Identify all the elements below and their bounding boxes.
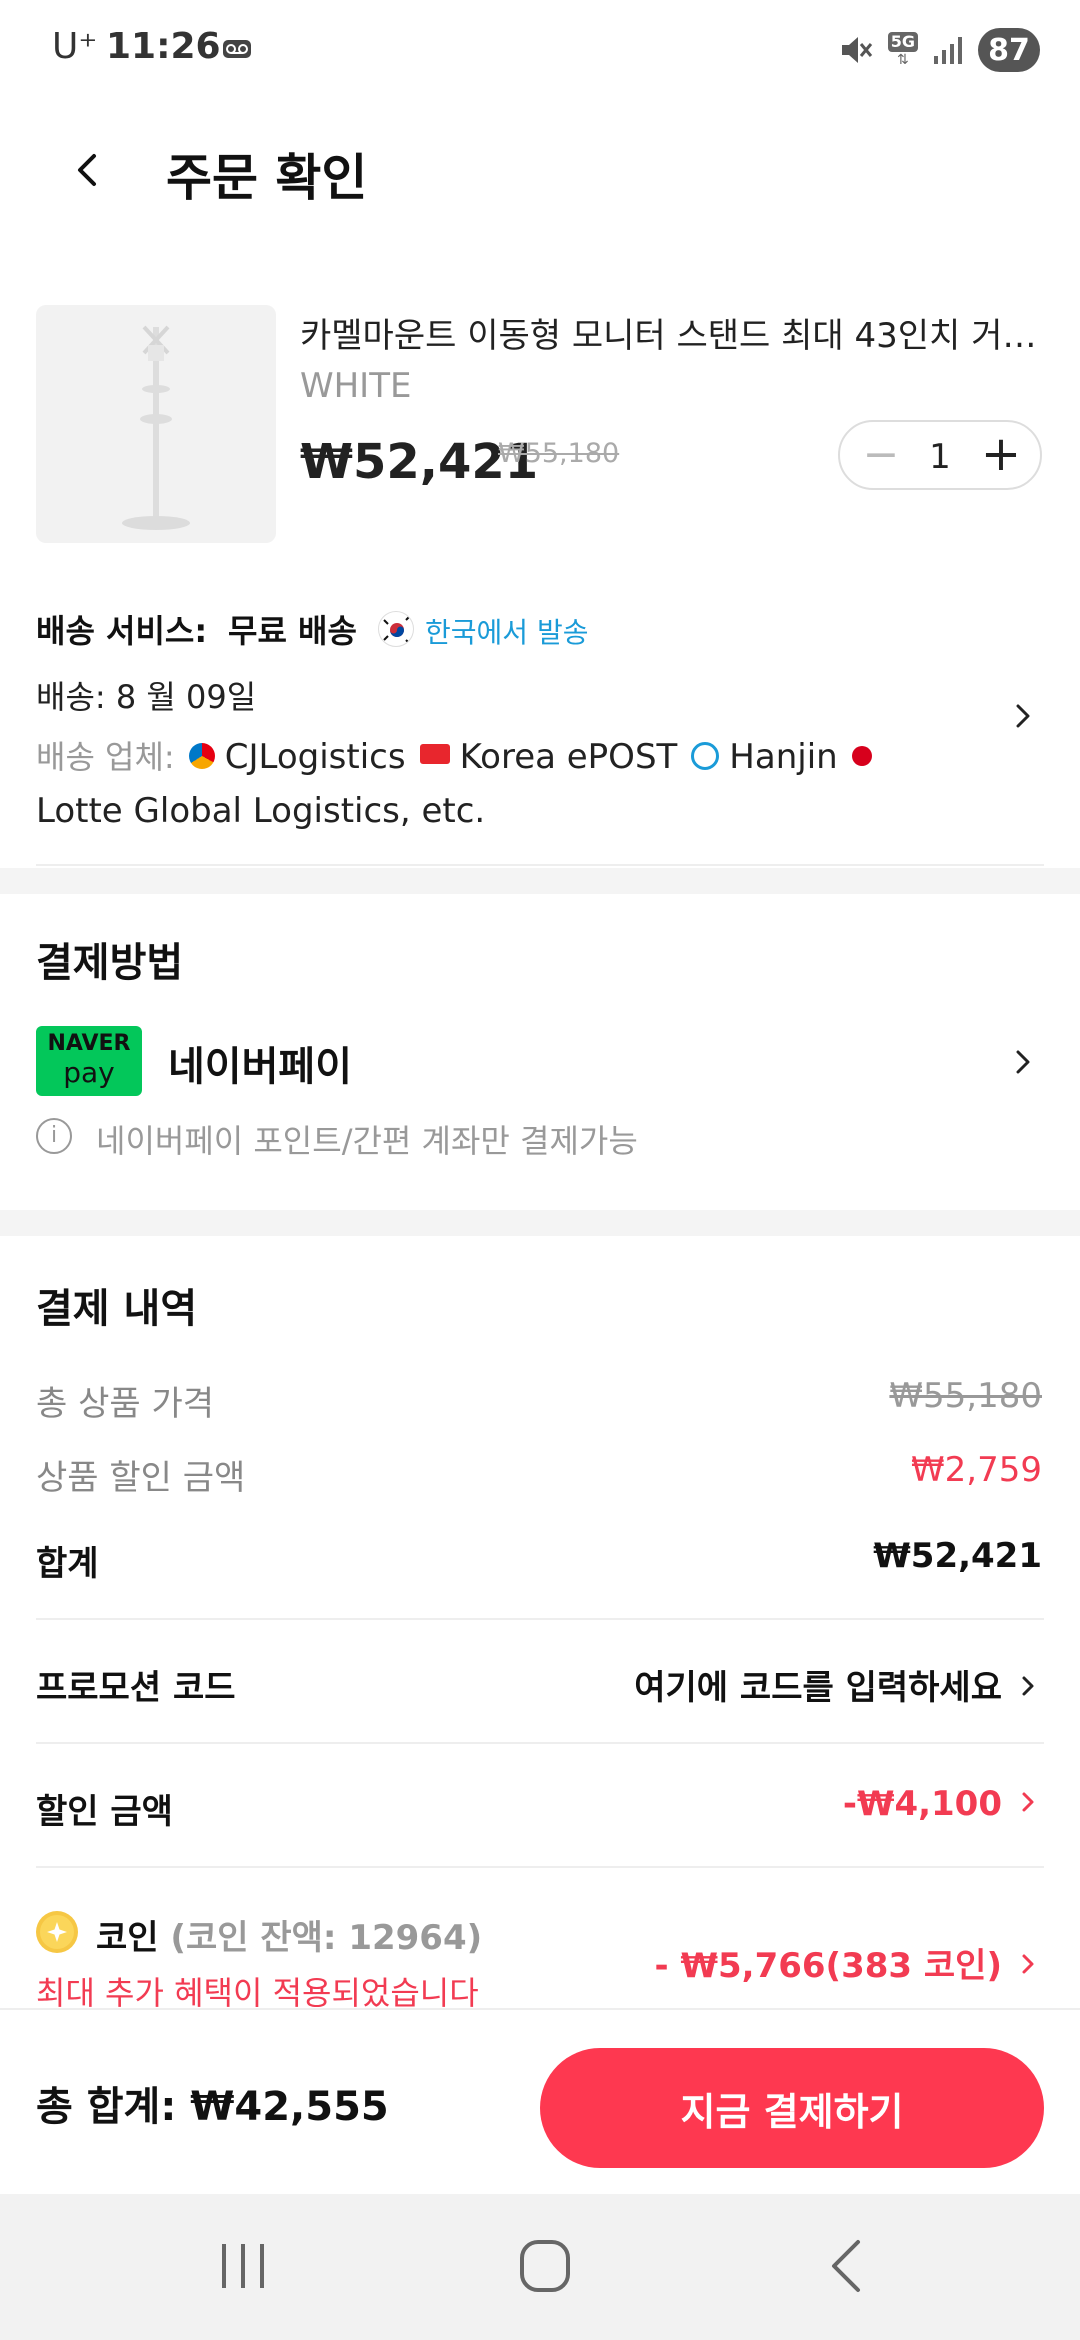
divider — [36, 1866, 1044, 1868]
quantity-value: 1 — [929, 437, 951, 477]
payment-summary-title: 결제 내역 — [36, 1286, 198, 1332]
subtotal-label: 합계 — [36, 1544, 99, 1584]
network-type: 5G — [887, 32, 918, 52]
hanjin-logo-icon — [691, 741, 720, 770]
korea-epost-logo-icon — [419, 743, 450, 764]
checkout-bar: 총 합계: ₩42,555 지금 결제하기 — [0, 2008, 1080, 2194]
korea-flag-icon — [378, 611, 414, 647]
chevron-right-icon — [1022, 1676, 1034, 1695]
carrier-name: Korea ePOST — [459, 737, 678, 777]
divider — [36, 1742, 1044, 1744]
product-name[interactable]: 카멜마운트 이동형 모니터 스탠드 최대 43인치 거치대 — [300, 308, 1045, 357]
battery-icon: 87 — [978, 28, 1040, 72]
status-right-icons: 5G ⇅ 87 — [838, 28, 1040, 72]
data-arrows-icon: ⇅ — [897, 52, 909, 68]
lotte-logo-icon — [851, 745, 872, 766]
subtotal-value: ₩52,421 — [873, 1536, 1042, 1576]
back-arrow-icon[interactable] — [60, 140, 120, 200]
product-original-price: ₩55,180 — [498, 438, 620, 469]
total-product-price-label: 총 상품 가격 — [36, 1384, 215, 1424]
shipping-service-label: 배송 서비스: — [36, 612, 208, 650]
promo-code-label: 프로모션 코드 — [36, 1668, 236, 1708]
carrier-label: U⁺ — [52, 26, 98, 67]
carrier-name: Hanjin — [729, 737, 838, 777]
chevron-right-icon[interactable] — [1005, 1044, 1041, 1080]
pay-now-label: 지금 결제하기 — [680, 2089, 904, 2134]
grand-total: 총 합계: ₩42,555 — [36, 2074, 389, 2132]
total-product-price-value: ₩55,180 — [889, 1376, 1042, 1416]
carriers-tail: Lotte Global Logistics, etc. — [36, 791, 486, 831]
product-discount-value: ₩2,759 — [911, 1450, 1042, 1490]
decrease-quantity-button[interactable]: − — [856, 428, 906, 482]
shipping-date: 배송: 8 월 09일 — [36, 678, 257, 716]
logo-text-bottom: pay — [63, 1056, 115, 1089]
payment-method-name[interactable]: 네이버페이 — [168, 1034, 352, 1092]
coin-icon — [36, 1911, 78, 1953]
grand-total-value: ₩42,555 — [190, 2084, 389, 2130]
pay-now-button[interactable]: 지금 결제하기 — [540, 2048, 1044, 2168]
coin-balance: (코인 잔액: 12964) — [170, 1918, 483, 1958]
divider — [36, 1618, 1044, 1620]
carrier-name: CJLogistics — [224, 737, 406, 777]
page-title: 주문 확인 — [166, 149, 368, 207]
cj-logistics-logo-icon — [188, 742, 215, 769]
system-nav-bar — [0, 2194, 1080, 2340]
coupon-discount-value: -₩4,100 — [842, 1784, 1002, 1824]
payment-method-title: 결제방법 — [36, 940, 184, 986]
coin-discount-selector[interactable]: - ₩5,766(383 코인) — [655, 1938, 1042, 1987]
quantity-stepper: − 1 + — [838, 420, 1042, 490]
coin-title: 코인 — [96, 1918, 159, 1958]
voicemail-icon — [223, 40, 251, 58]
naver-pay-logo: NAVER pay — [36, 1026, 142, 1096]
coin-label: 코인 (코인 잔액: 12964) — [96, 1910, 482, 1959]
promo-code-placeholder: 여기에 코드를 입력하세요 — [634, 1668, 1002, 1708]
recent-apps-icon[interactable] — [218, 2240, 268, 2292]
logo-text-top: NAVER — [47, 1031, 131, 1056]
home-icon[interactable] — [518, 2238, 572, 2294]
status-time: 11:26 — [106, 26, 221, 67]
info-icon: i — [36, 1118, 72, 1154]
shipping-service-value: 무료 배송 — [228, 612, 357, 650]
mute-icon — [841, 37, 872, 63]
increase-quantity-button[interactable]: + — [974, 426, 1028, 484]
section-divider — [0, 1210, 1080, 1236]
section-divider — [0, 868, 1080, 894]
chevron-right-icon[interactable] — [1005, 698, 1041, 734]
shipping-carriers[interactable]: 배송 업체: CJLogistics Korea ePOST Hanjin Lotte… — [36, 730, 936, 838]
promo-code-field[interactable]: 여기에 코드를 입력하세요 — [634, 1660, 1042, 1709]
divider — [36, 864, 1044, 866]
product-option: WHITE — [300, 366, 412, 406]
status-bar: U⁺ 11:26 5G ⇅ 87 — [0, 0, 1080, 100]
coin-discount-value: - ₩5,766(383 코인) — [654, 1946, 1002, 1986]
shipping-origin: 한국에서 발송 — [425, 616, 589, 649]
signal-icon — [934, 37, 962, 64]
header: 주문 확인 — [0, 120, 1080, 220]
grand-total-label: 총 합계: — [36, 2084, 177, 2130]
product-image[interactable] — [36, 305, 276, 543]
payment-method-note: 네이버페이 포인트/간편 계좌만 결제가능 — [96, 1122, 638, 1160]
battery-level: 87 — [988, 32, 1030, 68]
chevron-right-icon — [1022, 1954, 1034, 1973]
product-discount-label: 상품 할인 금액 — [36, 1458, 246, 1498]
monitor-stand-image — [122, 325, 190, 530]
coupon-discount-label: 할인 금액 — [36, 1792, 173, 1832]
network-5g-icon: 5G ⇅ — [887, 32, 918, 68]
chevron-right-icon — [1022, 1792, 1034, 1811]
carriers-label: 배송 업체: — [36, 738, 175, 776]
back-nav-icon[interactable] — [826, 2238, 866, 2294]
coupon-discount-selector[interactable]: -₩4,100 — [843, 1784, 1042, 1824]
